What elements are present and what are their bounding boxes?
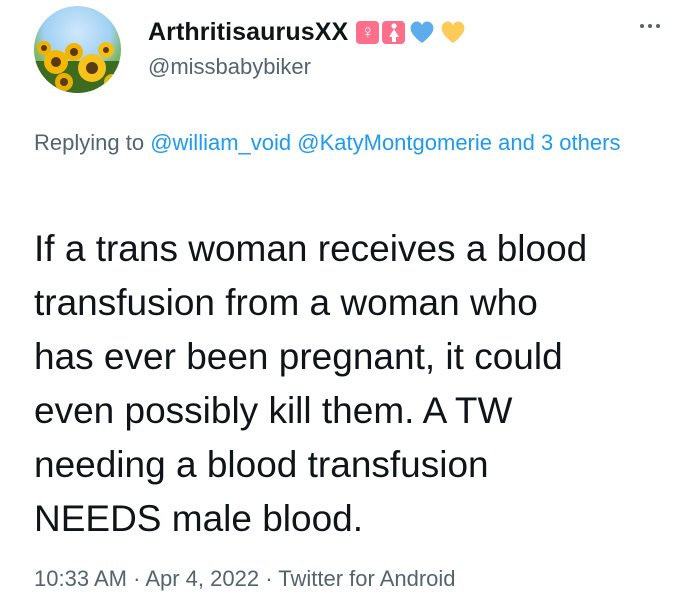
user-handle[interactable]: @missbabybiker <box>148 54 467 80</box>
meta-separator: · <box>265 566 273 591</box>
others-link[interactable]: and 3 others <box>498 130 620 155</box>
more-options-button[interactable] <box>630 16 670 36</box>
tweet-text-line: If a trans woman receives a blood <box>34 228 588 269</box>
tweet-date[interactable]: Apr 4, 2022 <box>145 566 259 591</box>
tweet-text-line: needing a blood transfusion <box>34 444 489 485</box>
name-row: ArthritisaurusXX ♀ <box>148 14 467 50</box>
blue-heart-icon <box>410 21 434 43</box>
yellow-heart-icon <box>441 21 465 43</box>
tweet-text: If a trans woman receives a blood transf… <box>34 222 684 546</box>
tweet-time[interactable]: 10:33 AM <box>34 566 127 591</box>
more-dot-icon <box>648 24 652 28</box>
sunflower-field-image <box>34 41 121 93</box>
meta-separator: · <box>133 566 141 591</box>
more-dot-icon <box>640 24 644 28</box>
tweet-text-line: transfusion from a woman who <box>34 282 538 323</box>
tweet-source[interactable]: Twitter for Android <box>278 566 455 591</box>
tweet-text-line: has ever been pregnant, it could <box>34 336 563 377</box>
tweet-text-line: even possibly kill them. A TW <box>34 390 513 431</box>
mention-link[interactable]: @KatyMontgomerie <box>297 130 492 155</box>
display-name[interactable]: ArthritisaurusXX <box>148 18 348 47</box>
user-header: ArthritisaurusXX ♀ @missbabybiker <box>148 14 467 80</box>
tweet: ArthritisaurusXX ♀ @missbabybiker Replyi… <box>0 0 700 611</box>
tweet-metadata: 10:33 AM · Apr 4, 2022 · Twitter for And… <box>34 566 456 592</box>
woman-figure-icon <box>382 20 406 44</box>
tweet-text-line: NEEDS male blood. <box>34 498 364 539</box>
mention-link[interactable]: @william_void <box>150 130 291 155</box>
name-emojis: ♀ <box>356 19 467 45</box>
replying-to-label: Replying to <box>34 130 145 155</box>
reply-context: Replying to @william_void @KatyMontgomer… <box>34 124 674 161</box>
avatar[interactable] <box>34 6 121 93</box>
female-sign-icon: ♀ <box>356 20 380 44</box>
more-dot-icon <box>656 24 660 28</box>
